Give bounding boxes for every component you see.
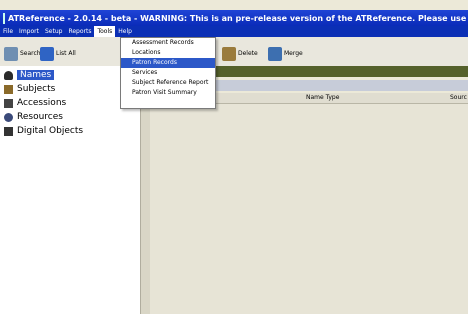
menu-item-patron-visit-summary[interactable]: Patron Visit Summary: [121, 88, 215, 98]
search-icon: [4, 46, 18, 61]
sidebar-item-subjects[interactable]: Subjects: [4, 82, 55, 96]
sidebar-item-names[interactable]: Names: [4, 68, 55, 82]
menu-setup[interactable]: Setup: [42, 26, 65, 37]
app-icon: [3, 12, 5, 24]
folder-icon: [4, 84, 13, 94]
book-icon: [4, 98, 13, 108]
globe-icon: [4, 112, 13, 122]
sidebar-item-label: Accessions: [17, 98, 67, 108]
column-header-source[interactable]: Sourc: [450, 94, 467, 101]
sidebar-item-label: Subjects: [17, 84, 56, 94]
list-icon: [40, 46, 54, 61]
menu-import[interactable]: Import: [16, 26, 42, 37]
tools-dropdown-menu: Assessment Records Locations Patron Reco…: [120, 37, 216, 109]
merge-icon: [268, 46, 282, 61]
delete-button[interactable]: Delete: [222, 46, 258, 61]
delete-icon: [222, 46, 236, 61]
menu-file[interactable]: File: [0, 26, 16, 37]
merge-button[interactable]: Merge: [268, 46, 303, 61]
list-all-button[interactable]: List All: [40, 46, 76, 61]
menu-bar: File Import Setup Reports Tools Help: [0, 26, 468, 37]
document-icon: [4, 126, 13, 136]
menu-reports[interactable]: Reports: [65, 26, 94, 37]
menu-item-subject-reference-report[interactable]: Subject Reference Report: [121, 78, 215, 88]
window-title: ATReference - 2.0.14 - beta - WARNING: T…: [8, 13, 468, 23]
menu-item-locations[interactable]: Locations: [121, 48, 215, 58]
title-bar[interactable]: ATReference - 2.0.14 - beta - WARNING: T…: [0, 10, 468, 26]
records-table[interactable]: [150, 104, 468, 314]
sidebar-item-resources[interactable]: Resources: [4, 110, 63, 124]
sidebar-item-digital-objects[interactable]: Digital Objects: [4, 124, 83, 138]
toolbar: Search List All Delete Merge: [0, 37, 468, 67]
search-button-label: Search: [20, 50, 41, 57]
sidebar-item-accessions[interactable]: Accessions: [4, 96, 66, 110]
menu-item-services[interactable]: Services: [121, 68, 215, 78]
sidebar-item-label: Digital Objects: [17, 126, 84, 136]
list-all-button-label: List All: [56, 50, 76, 57]
menu-tools[interactable]: Tools: [94, 26, 116, 37]
menu-help[interactable]: Help: [115, 26, 135, 37]
sidebar-item-label: Resources: [17, 112, 63, 122]
column-header-name-type[interactable]: Name Type: [306, 94, 339, 101]
sidebar-item-label: Names: [17, 70, 55, 80]
person-icon: [4, 70, 13, 80]
menu-item-patron-records[interactable]: Patron Records: [121, 58, 215, 68]
application-window: ATReference - 2.0.14 - beta - WARNING: T…: [0, 0, 468, 314]
merge-button-label: Merge: [284, 50, 303, 57]
delete-button-label: Delete: [238, 50, 258, 57]
menu-item-assessment-records[interactable]: Assessment Records: [121, 38, 215, 48]
search-button[interactable]: Search: [4, 46, 41, 61]
